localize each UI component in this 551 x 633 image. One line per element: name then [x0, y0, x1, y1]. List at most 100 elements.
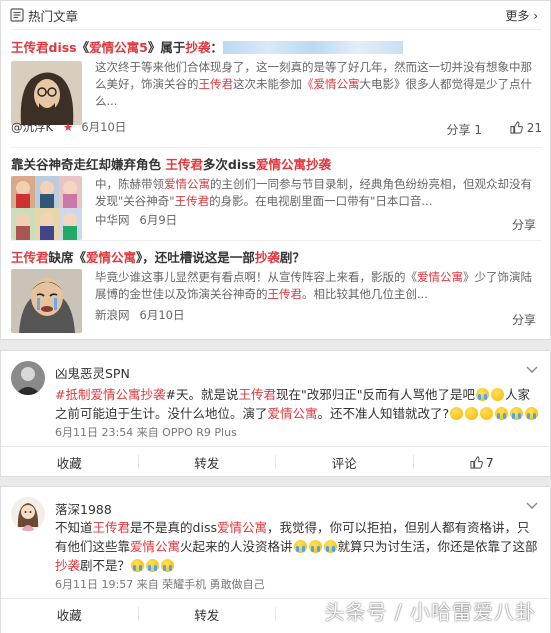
- text-run: 火起来的人没资格讲: [180, 539, 293, 554]
- crying-emoji-icon: [146, 559, 160, 572]
- highlight-text[interactable]: 爱情公寓5: [89, 40, 148, 55]
- highlight-text[interactable]: #抵制: [55, 387, 90, 402]
- article-icon: [10, 8, 24, 22]
- crying-emoji-icon: [308, 540, 322, 553]
- highlight-text[interactable]: 王传君: [238, 387, 276, 402]
- highlight-text[interactable]: 抄袭: [185, 40, 210, 55]
- comment-button[interactable]: 评论: [276, 447, 413, 477]
- text-run: 。还不准人知错就改了?: [317, 406, 450, 421]
- like-button[interactable]: 7: [414, 447, 551, 477]
- like-count: 21: [526, 121, 542, 135]
- article-title[interactable]: 王传君diss《爱情公寓5》属于抄袭：: [11, 37, 403, 56]
- post-actions: 收藏 转发 评论 7: [1, 446, 550, 477]
- crying-emoji-icon: [476, 388, 489, 401]
- highlight-text[interactable]: 《爱情公寓: [302, 77, 360, 91]
- highlight-text[interactable]: 王传君: [199, 77, 234, 91]
- highlight-text[interactable]: 爱情公寓抄袭: [90, 387, 165, 402]
- verified-star-icon: ★: [63, 120, 74, 134]
- chevron-down-icon[interactable]: [526, 502, 538, 510]
- text-run: 》，还吐槽说这是一部: [136, 250, 255, 265]
- article-item[interactable]: 王传君diss《爱情公寓5》属于抄袭： 这次终于等来他们合体现身了，这一刻真的是…: [11, 37, 542, 147]
- text-run: 剧？: [279, 250, 305, 265]
- highlight-text[interactable]: 王传君: [268, 287, 303, 301]
- article-item[interactable]: 靠关谷神奇走红却嫌弃角色 王传君多次diss爱情公寓抄袭 中，陈赫带领爱情公寓的…: [11, 154, 542, 240]
- thumbs-up-icon: [470, 455, 483, 469]
- collect-button[interactable]: 收藏: [1, 599, 138, 629]
- highlight-text[interactable]: 王传君diss: [11, 40, 77, 55]
- repost-button[interactable]: 转发: [139, 447, 276, 477]
- highlight-text[interactable]: 王传君: [93, 520, 131, 535]
- article-thumbnail[interactable]: [11, 176, 82, 240]
- weibo-post: 凶鬼恶灵SPN #抵制爱情公寓抄袭#天。就是说王传君现在"改邪归正"反而有人骂他…: [0, 350, 551, 477]
- post-username[interactable]: 凶鬼恶灵SPN: [55, 363, 130, 382]
- highlight-text[interactable]: 爱情公寓: [417, 270, 463, 284]
- share-label: 分享: [511, 313, 536, 327]
- hot-articles-header: 热门文章 更多 ›: [1, 1, 550, 29]
- text-run: 缺席《: [48, 250, 87, 265]
- crying-emoji-icon: [510, 407, 524, 420]
- thumbs-up-icon: [510, 121, 523, 134]
- text-run: 这次未能参加: [233, 77, 302, 91]
- highlight-text[interactable]: 爱情公寓: [217, 520, 267, 535]
- share-button[interactable]: 分享 1: [447, 121, 482, 138]
- watermark: 头条号 / 小哈雷爱八卦: [324, 600, 536, 624]
- article-source[interactable]: @沉浮K: [11, 120, 53, 134]
- text-run: 中，陈赫带领: [95, 177, 164, 191]
- article-source: 中华网: [95, 213, 130, 227]
- share-label: 分享: [511, 218, 536, 232]
- text-run: 是不是真的diss: [130, 520, 217, 535]
- divider: [11, 29, 542, 30]
- text-run: 靠关谷神奇走红却嫌弃角色: [11, 157, 166, 172]
- crying-emoji-icon: [131, 559, 145, 572]
- share-button[interactable]: 分享: [512, 311, 536, 328]
- repost-button[interactable]: 转发: [139, 599, 276, 629]
- divider: [11, 240, 542, 241]
- sweat-smile-emoji-icon: [450, 407, 464, 420]
- crying-emoji-icon: [323, 540, 337, 553]
- highlight-text[interactable]: 王传君: [165, 157, 203, 172]
- article-thumbnail[interactable]: [11, 61, 82, 125]
- crying-emoji-icon: [161, 559, 175, 572]
- more-link[interactable]: 更多 ›: [505, 7, 538, 24]
- article-thumbnail[interactable]: [11, 269, 82, 333]
- post-meta: 6月11日 23:54 来自 OPPO R9 Plus: [55, 426, 237, 439]
- avatar[interactable]: [11, 361, 45, 395]
- share-count: 1: [474, 123, 482, 137]
- highlight-text[interactable]: 爱情公寓: [86, 250, 136, 265]
- more-label: 更多: [505, 9, 530, 23]
- highlight-text[interactable]: 王传君: [175, 194, 210, 208]
- text-run: 毕竟少谁这事儿显然更有看点啊！从宣传阵容上来看，影版的《: [95, 270, 417, 284]
- post-text: #抵制爱情公寓抄袭#天。就是说王传君现在"改邪归正"反而有人骂他了是吧 人家之前可…: [55, 385, 540, 423]
- highlight-text[interactable]: 王传君: [11, 250, 49, 265]
- chevron-right-icon: ›: [533, 9, 538, 23]
- post-meta: 6月11日 19:57 来自 荣耀手机 勇敢做自己: [55, 578, 265, 591]
- text-run: 剧不是？: [80, 558, 131, 573]
- like-button[interactable]: 21: [510, 121, 542, 135]
- blurred-link: [222, 41, 403, 54]
- highlight-text[interactable]: 爱情公寓: [130, 539, 180, 554]
- article-meta: @沉浮K ★ 6月10日: [11, 119, 126, 135]
- post-username[interactable]: 落深1988: [55, 499, 112, 518]
- share-button[interactable]: 分享: [512, 216, 536, 233]
- article-meta: 新浪网 6月10日: [95, 307, 184, 323]
- text-run: 《: [76, 40, 90, 55]
- sweat-smile-emoji-icon: [491, 388, 504, 401]
- highlight-text[interactable]: 抄袭: [255, 250, 280, 265]
- avatar[interactable]: [11, 497, 45, 531]
- text-run: 多次diss: [202, 157, 256, 172]
- highlight-text[interactable]: 爱情公寓: [268, 406, 318, 421]
- text-run: 不知道: [55, 520, 93, 535]
- article-item[interactable]: 王传君缺席《爱情公寓》，还吐槽说这是一部抄袭剧？ 毕竟少谁这事儿显然更有看点啊！…: [11, 247, 542, 335]
- collect-button[interactable]: 收藏: [1, 447, 138, 477]
- text-run: 的身影。在电视剧里面一口带有"日本口音...: [209, 194, 433, 208]
- article-summary: 毕竟少谁这事儿显然更有看点啊！从宣传阵容上来看，影版的《爱情公寓》少了饰演陆展博…: [95, 269, 535, 303]
- article-title[interactable]: 王传君缺席《爱情公寓》，还吐槽说这是一部抄袭剧？: [11, 247, 305, 266]
- chevron-down-icon[interactable]: [526, 366, 538, 374]
- highlight-text[interactable]: 爱情公寓: [164, 177, 210, 191]
- article-title[interactable]: 靠关谷神奇走红却嫌弃角色 王传君多次diss爱情公寓抄袭: [11, 154, 331, 173]
- article-date: 6月10日: [81, 120, 127, 134]
- highlight-text[interactable]: 爱情公寓抄袭: [256, 157, 331, 172]
- like-count: 7: [485, 454, 494, 470]
- highlight-text[interactable]: 抄袭: [55, 558, 80, 573]
- post-text: 不知道王传君是不是真的diss爱情公寓，我觉得，你可以拒拍，但别人都有资格讲，只…: [55, 518, 540, 575]
